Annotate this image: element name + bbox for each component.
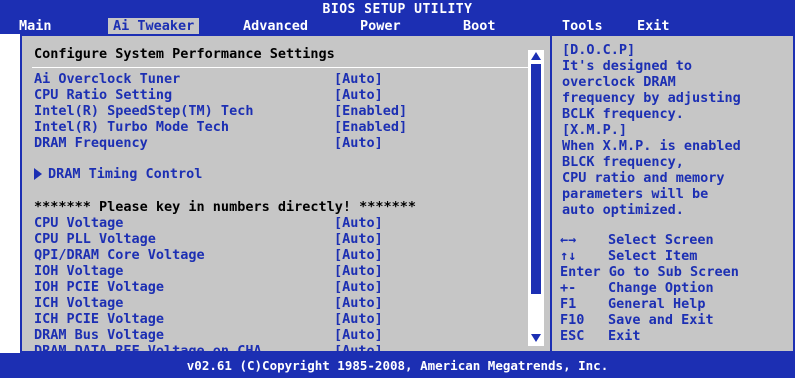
setting-speedstep[interactable]: Intel(R) SpeedStep(TM) Tech [Enabled] bbox=[34, 103, 407, 119]
up-down-arrow-icon: ↑↓ bbox=[560, 248, 577, 264]
key-desc: Exit bbox=[608, 328, 641, 344]
key-name: ESC bbox=[560, 328, 585, 344]
setting-value: [Auto] bbox=[334, 71, 383, 87]
setting-value: [Auto] bbox=[334, 311, 383, 327]
help-line: [X.M.P.] bbox=[562, 122, 628, 138]
setting-turbo-mode[interactable]: Intel(R) Turbo Mode Tech [Enabled] bbox=[34, 119, 407, 135]
key-row-select-screen: ←→ Select Screen bbox=[560, 232, 790, 248]
setting-value: [Auto] bbox=[334, 215, 383, 231]
key-row-general-help: F1 General Help bbox=[560, 296, 790, 312]
key-row-select-item: ↑↓ Select Item bbox=[560, 248, 790, 264]
section-divider bbox=[32, 67, 544, 68]
setting-ai-overclock-tuner[interactable]: Ai Overclock Tuner [Auto] bbox=[34, 71, 383, 87]
setting-ich-voltage[interactable]: ICH Voltage [Auto] bbox=[34, 295, 383, 311]
setting-value: [Auto] bbox=[334, 247, 383, 263]
scroll-thumb[interactable] bbox=[531, 64, 541, 294]
setting-label: DRAM Frequency bbox=[34, 135, 148, 151]
key-desc: Select Item bbox=[608, 248, 698, 264]
setting-value: [Auto] bbox=[334, 135, 383, 151]
setting-label: IOH PCIE Voltage bbox=[34, 279, 165, 295]
submenu-label: DRAM Timing Control bbox=[48, 166, 203, 182]
key-desc: Select Screen bbox=[608, 232, 714, 248]
help-line: It's designed to bbox=[562, 58, 693, 74]
scroll-down-icon[interactable] bbox=[531, 334, 541, 342]
setting-ioh-voltage[interactable]: IOH Voltage [Auto] bbox=[34, 263, 383, 279]
setting-label: QPI/DRAM Core Voltage bbox=[34, 247, 205, 263]
key-name: +- bbox=[560, 280, 577, 296]
key-name: F10 bbox=[560, 312, 585, 328]
help-line: [D.O.C.P] bbox=[562, 42, 636, 58]
tab-main[interactable]: Main bbox=[14, 18, 57, 34]
section-heading: Configure System Performance Settings bbox=[34, 46, 335, 62]
setting-value: [Auto] bbox=[334, 279, 383, 295]
help-line: auto optimized. bbox=[562, 202, 684, 218]
help-line: parameters will be bbox=[562, 186, 709, 202]
setting-ich-pcie-voltage[interactable]: ICH PCIE Voltage [Auto] bbox=[34, 311, 383, 327]
setting-label: ICH PCIE Voltage bbox=[34, 311, 165, 327]
setting-value: [Auto] bbox=[334, 263, 383, 279]
setting-cpu-ratio[interactable]: CPU Ratio Setting [Auto] bbox=[34, 87, 383, 103]
submenu-arrow-icon bbox=[34, 168, 42, 180]
setting-cpu-voltage[interactable]: CPU Voltage [Auto] bbox=[34, 215, 383, 231]
setting-label: CPU PLL Voltage bbox=[34, 231, 156, 247]
setting-label: CPU Voltage bbox=[34, 215, 124, 231]
help-line: CPU ratio and memory bbox=[562, 170, 725, 186]
setting-dram-frequency[interactable]: DRAM Frequency [Auto] bbox=[34, 135, 383, 151]
setting-value: [Enabled] bbox=[334, 119, 408, 135]
help-panel: [D.O.C.P] It's designed to overclock DRA… bbox=[550, 34, 795, 353]
submenu-dram-timing-control[interactable]: DRAM Timing Control bbox=[34, 166, 202, 182]
scroll-up-icon[interactable] bbox=[531, 52, 541, 60]
bios-screen: BIOS SETUP UTILITY Main Ai Tweaker Advan… bbox=[0, 0, 795, 378]
title-bar: BIOS SETUP UTILITY Main Ai Tweaker Advan… bbox=[0, 0, 795, 34]
key-desc: Change Option bbox=[608, 280, 714, 296]
setting-value: [Auto] bbox=[334, 327, 383, 343]
setting-value: [Auto] bbox=[334, 295, 383, 311]
setting-ioh-pcie-voltage[interactable]: IOH PCIE Voltage [Auto] bbox=[34, 279, 383, 295]
setting-cpu-pll-voltage[interactable]: CPU PLL Voltage [Auto] bbox=[34, 231, 383, 247]
key-name: F1 bbox=[560, 296, 577, 312]
setting-label: CPU Ratio Setting bbox=[34, 87, 173, 103]
left-right-arrow-icon: ←→ bbox=[560, 232, 577, 248]
key-name: Enter bbox=[560, 264, 601, 280]
help-line: frequency by adjusting bbox=[562, 90, 741, 106]
help-line: overclock DRAM bbox=[562, 74, 676, 90]
key-desc: General Help bbox=[608, 296, 706, 312]
setting-label: ICH Voltage bbox=[34, 295, 124, 311]
key-row-change-option: +- Change Option bbox=[560, 280, 790, 296]
notice-text: ******* Please key in numbers directly! … bbox=[34, 199, 417, 215]
tab-ai-tweaker[interactable]: Ai Tweaker bbox=[108, 18, 200, 34]
copyright-footer: v02.61 (C)Copyright 1985-2008, American … bbox=[0, 353, 795, 378]
key-row-exit: ESC Exit bbox=[560, 328, 790, 344]
key-desc: Go to Sub Screen bbox=[608, 264, 739, 280]
setting-qpi-dram-core-voltage[interactable]: QPI/DRAM Core Voltage [Auto] bbox=[34, 247, 383, 263]
app-title: BIOS SETUP UTILITY bbox=[322, 2, 473, 17]
help-line: When X.M.P. is enabled bbox=[562, 138, 741, 154]
key-row-save-exit: F10 Save and Exit bbox=[560, 312, 790, 328]
setting-value: [Auto] bbox=[334, 231, 383, 247]
setting-value: [Enabled] bbox=[334, 103, 408, 119]
tab-boot[interactable]: Boot bbox=[458, 18, 501, 34]
key-desc: Save and Exit bbox=[608, 312, 714, 328]
tab-power[interactable]: Power bbox=[355, 18, 406, 34]
key-legend: ←→ Select Screen ↑↓ Select Item Enter Go t… bbox=[560, 232, 790, 344]
setting-dram-bus-voltage[interactable]: DRAM Bus Voltage [Auto] bbox=[34, 327, 383, 343]
settings-panel: Configure System Performance Settings Ai… bbox=[20, 34, 550, 359]
setting-label: Intel(R) Turbo Mode Tech bbox=[34, 119, 230, 135]
setting-label: Intel(R) SpeedStep(TM) Tech bbox=[34, 103, 254, 119]
tab-tools[interactable]: Tools bbox=[557, 18, 608, 34]
setting-value: [Auto] bbox=[334, 87, 383, 103]
setting-label: DRAM Bus Voltage bbox=[34, 327, 165, 343]
key-row-enter: Enter Go to Sub Screen bbox=[560, 264, 790, 280]
help-line: BCLK frequency. bbox=[562, 106, 684, 122]
setting-label: Ai Overclock Tuner bbox=[34, 71, 181, 87]
tab-advanced[interactable]: Advanced bbox=[238, 18, 313, 34]
scrollbar[interactable] bbox=[528, 50, 544, 346]
help-text: [D.O.C.P] It's designed to overclock DRA… bbox=[562, 42, 792, 218]
tab-exit[interactable]: Exit bbox=[632, 18, 675, 34]
help-line: BLCK frequency, bbox=[562, 154, 684, 170]
setting-label: IOH Voltage bbox=[34, 263, 124, 279]
